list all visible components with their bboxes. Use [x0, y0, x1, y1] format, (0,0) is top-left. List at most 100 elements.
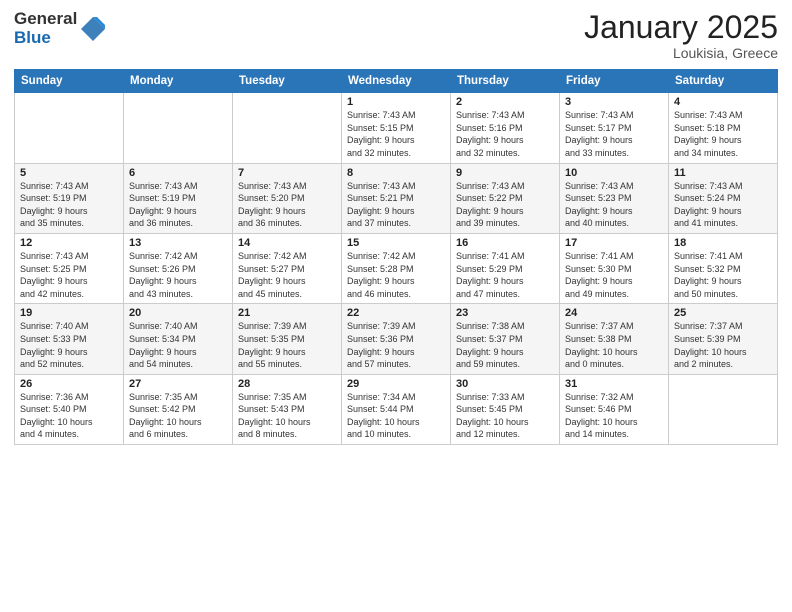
day-detail: Sunrise: 7:36 AM Sunset: 5:40 PM Dayligh… — [20, 391, 118, 441]
day-detail: Sunrise: 7:43 AM Sunset: 5:21 PM Dayligh… — [347, 180, 445, 230]
calendar-cell: 6Sunrise: 7:43 AM Sunset: 5:19 PM Daylig… — [124, 163, 233, 233]
weekday-header: Tuesday — [233, 70, 342, 93]
calendar-cell — [15, 93, 124, 163]
day-detail: Sunrise: 7:43 AM Sunset: 5:23 PM Dayligh… — [565, 180, 663, 230]
calendar-cell: 25Sunrise: 7:37 AM Sunset: 5:39 PM Dayli… — [669, 304, 778, 374]
day-number: 25 — [674, 307, 772, 319]
day-detail: Sunrise: 7:42 AM Sunset: 5:27 PM Dayligh… — [238, 250, 336, 300]
calendar-cell: 31Sunrise: 7:32 AM Sunset: 5:46 PM Dayli… — [560, 374, 669, 444]
logo-blue: Blue — [14, 29, 77, 48]
day-number: 31 — [565, 378, 663, 390]
calendar-week-row: 19Sunrise: 7:40 AM Sunset: 5:33 PM Dayli… — [15, 304, 778, 374]
day-number: 18 — [674, 237, 772, 249]
day-number: 5 — [20, 167, 118, 179]
day-detail: Sunrise: 7:43 AM Sunset: 5:16 PM Dayligh… — [456, 109, 554, 159]
calendar-cell: 20Sunrise: 7:40 AM Sunset: 5:34 PM Dayli… — [124, 304, 233, 374]
weekday-header: Thursday — [451, 70, 560, 93]
day-detail: Sunrise: 7:40 AM Sunset: 5:34 PM Dayligh… — [129, 320, 227, 370]
day-number: 24 — [565, 307, 663, 319]
calendar-cell: 30Sunrise: 7:33 AM Sunset: 5:45 PM Dayli… — [451, 374, 560, 444]
day-number: 10 — [565, 167, 663, 179]
calendar-week-row: 1Sunrise: 7:43 AM Sunset: 5:15 PM Daylig… — [15, 93, 778, 163]
day-number: 17 — [565, 237, 663, 249]
day-detail: Sunrise: 7:39 AM Sunset: 5:36 PM Dayligh… — [347, 320, 445, 370]
day-number: 26 — [20, 378, 118, 390]
day-number: 6 — [129, 167, 227, 179]
calendar-cell: 14Sunrise: 7:42 AM Sunset: 5:27 PM Dayli… — [233, 233, 342, 303]
day-number: 12 — [20, 237, 118, 249]
calendar-week-row: 12Sunrise: 7:43 AM Sunset: 5:25 PM Dayli… — [15, 233, 778, 303]
calendar-cell: 9Sunrise: 7:43 AM Sunset: 5:22 PM Daylig… — [451, 163, 560, 233]
day-number: 1 — [347, 96, 445, 108]
day-detail: Sunrise: 7:41 AM Sunset: 5:29 PM Dayligh… — [456, 250, 554, 300]
day-number: 20 — [129, 307, 227, 319]
calendar-cell: 16Sunrise: 7:41 AM Sunset: 5:29 PM Dayli… — [451, 233, 560, 303]
day-detail: Sunrise: 7:35 AM Sunset: 5:42 PM Dayligh… — [129, 391, 227, 441]
day-detail: Sunrise: 7:42 AM Sunset: 5:28 PM Dayligh… — [347, 250, 445, 300]
calendar-cell: 21Sunrise: 7:39 AM Sunset: 5:35 PM Dayli… — [233, 304, 342, 374]
day-detail: Sunrise: 7:39 AM Sunset: 5:35 PM Dayligh… — [238, 320, 336, 370]
weekday-header: Wednesday — [342, 70, 451, 93]
day-number: 13 — [129, 237, 227, 249]
day-detail: Sunrise: 7:34 AM Sunset: 5:44 PM Dayligh… — [347, 391, 445, 441]
calendar-cell: 3Sunrise: 7:43 AM Sunset: 5:17 PM Daylig… — [560, 93, 669, 163]
day-number: 11 — [674, 167, 772, 179]
weekday-header: Monday — [124, 70, 233, 93]
calendar-cell: 24Sunrise: 7:37 AM Sunset: 5:38 PM Dayli… — [560, 304, 669, 374]
day-detail: Sunrise: 7:43 AM Sunset: 5:19 PM Dayligh… — [129, 180, 227, 230]
calendar-week-row: 5Sunrise: 7:43 AM Sunset: 5:19 PM Daylig… — [15, 163, 778, 233]
weekday-header: Saturday — [669, 70, 778, 93]
month-title: January 2025 — [584, 10, 778, 45]
calendar-cell: 10Sunrise: 7:43 AM Sunset: 5:23 PM Dayli… — [560, 163, 669, 233]
calendar-cell: 7Sunrise: 7:43 AM Sunset: 5:20 PM Daylig… — [233, 163, 342, 233]
day-number: 21 — [238, 307, 336, 319]
calendar-cell — [124, 93, 233, 163]
day-detail: Sunrise: 7:43 AM Sunset: 5:15 PM Dayligh… — [347, 109, 445, 159]
day-detail: Sunrise: 7:33 AM Sunset: 5:45 PM Dayligh… — [456, 391, 554, 441]
calendar-cell: 18Sunrise: 7:41 AM Sunset: 5:32 PM Dayli… — [669, 233, 778, 303]
calendar-cell: 26Sunrise: 7:36 AM Sunset: 5:40 PM Dayli… — [15, 374, 124, 444]
calendar-cell: 19Sunrise: 7:40 AM Sunset: 5:33 PM Dayli… — [15, 304, 124, 374]
day-detail: Sunrise: 7:32 AM Sunset: 5:46 PM Dayligh… — [565, 391, 663, 441]
weekday-header-row: SundayMondayTuesdayWednesdayThursdayFrid… — [15, 70, 778, 93]
day-number: 9 — [456, 167, 554, 179]
day-number: 4 — [674, 96, 772, 108]
calendar-cell: 17Sunrise: 7:41 AM Sunset: 5:30 PM Dayli… — [560, 233, 669, 303]
calendar-cell: 8Sunrise: 7:43 AM Sunset: 5:21 PM Daylig… — [342, 163, 451, 233]
day-detail: Sunrise: 7:43 AM Sunset: 5:19 PM Dayligh… — [20, 180, 118, 230]
header: General Blue January 2025 Loukisia, Gree… — [14, 10, 778, 61]
logo-general: General — [14, 10, 77, 29]
day-detail: Sunrise: 7:43 AM Sunset: 5:25 PM Dayligh… — [20, 250, 118, 300]
weekday-header: Sunday — [15, 70, 124, 93]
calendar-cell — [233, 93, 342, 163]
calendar-cell: 23Sunrise: 7:38 AM Sunset: 5:37 PM Dayli… — [451, 304, 560, 374]
day-number: 23 — [456, 307, 554, 319]
day-detail: Sunrise: 7:41 AM Sunset: 5:30 PM Dayligh… — [565, 250, 663, 300]
calendar-cell: 12Sunrise: 7:43 AM Sunset: 5:25 PM Dayli… — [15, 233, 124, 303]
logo-icon — [79, 15, 107, 43]
calendar-cell: 28Sunrise: 7:35 AM Sunset: 5:43 PM Dayli… — [233, 374, 342, 444]
day-number: 30 — [456, 378, 554, 390]
day-number: 3 — [565, 96, 663, 108]
calendar-cell: 2Sunrise: 7:43 AM Sunset: 5:16 PM Daylig… — [451, 93, 560, 163]
calendar-table: SundayMondayTuesdayWednesdayThursdayFrid… — [14, 69, 778, 445]
day-detail: Sunrise: 7:37 AM Sunset: 5:39 PM Dayligh… — [674, 320, 772, 370]
day-detail: Sunrise: 7:35 AM Sunset: 5:43 PM Dayligh… — [238, 391, 336, 441]
day-detail: Sunrise: 7:43 AM Sunset: 5:22 PM Dayligh… — [456, 180, 554, 230]
calendar-cell: 15Sunrise: 7:42 AM Sunset: 5:28 PM Dayli… — [342, 233, 451, 303]
day-number: 15 — [347, 237, 445, 249]
logo: General Blue — [14, 10, 107, 47]
day-detail: Sunrise: 7:43 AM Sunset: 5:24 PM Dayligh… — [674, 180, 772, 230]
day-detail: Sunrise: 7:37 AM Sunset: 5:38 PM Dayligh… — [565, 320, 663, 370]
day-number: 22 — [347, 307, 445, 319]
day-number: 27 — [129, 378, 227, 390]
day-number: 19 — [20, 307, 118, 319]
calendar-cell: 5Sunrise: 7:43 AM Sunset: 5:19 PM Daylig… — [15, 163, 124, 233]
calendar-cell: 4Sunrise: 7:43 AM Sunset: 5:18 PM Daylig… — [669, 93, 778, 163]
calendar-cell: 11Sunrise: 7:43 AM Sunset: 5:24 PM Dayli… — [669, 163, 778, 233]
weekday-header: Friday — [560, 70, 669, 93]
page: General Blue January 2025 Loukisia, Gree… — [0, 0, 792, 612]
calendar-cell: 29Sunrise: 7:34 AM Sunset: 5:44 PM Dayli… — [342, 374, 451, 444]
day-detail: Sunrise: 7:40 AM Sunset: 5:33 PM Dayligh… — [20, 320, 118, 370]
calendar-cell: 1Sunrise: 7:43 AM Sunset: 5:15 PM Daylig… — [342, 93, 451, 163]
